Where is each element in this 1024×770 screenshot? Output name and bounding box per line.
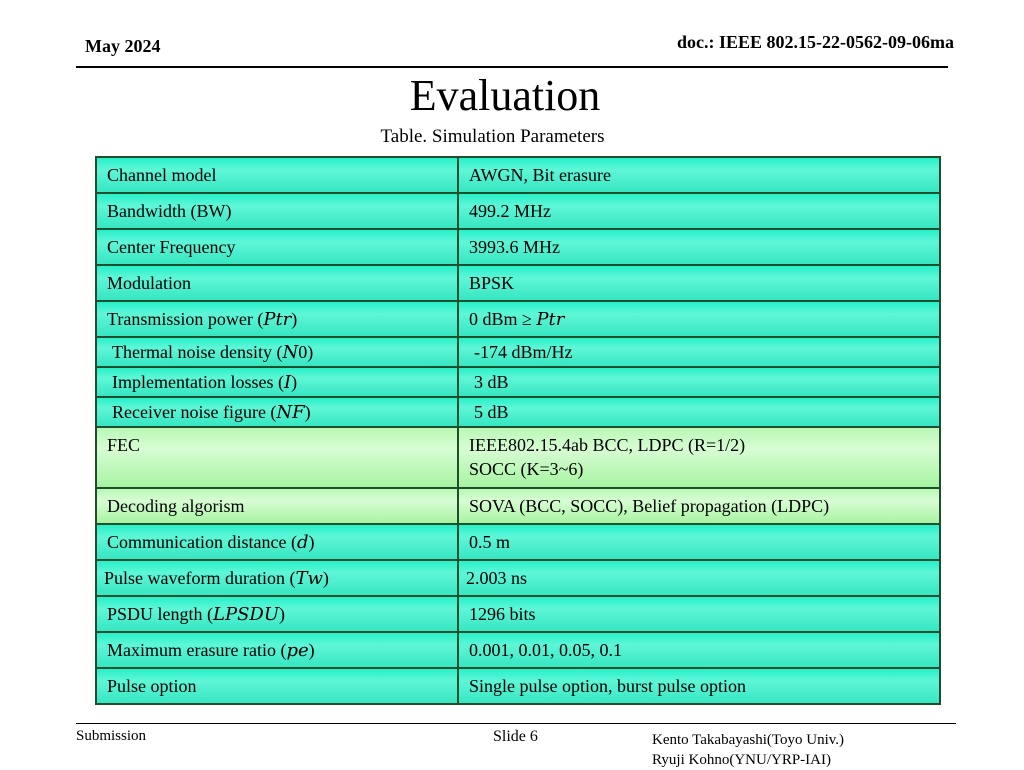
slide-number: Slide 6 — [493, 728, 538, 745]
value-cell: 2.003 ns — [466, 568, 528, 588]
param-cell: Transmission power (𝑃𝑡𝑟) — [97, 302, 459, 336]
param-cell: Channel model — [97, 158, 459, 192]
table-row: Center Frequency 3993.6 MHz — [97, 230, 939, 266]
param-cell: Maximum erasure ratio (𝑝𝑒) — [97, 633, 459, 667]
param-cell: Thermal noise density (𝑁0) — [97, 338, 459, 366]
table-row: Communication distance (𝑑) 0.5 m — [97, 525, 939, 561]
param-cell: Receiver noise figure (𝑁𝐹) — [97, 398, 459, 426]
param-cell: PSDU length (𝐿𝑃𝑆𝐷𝑈) — [97, 597, 459, 631]
value-cell: 0.5 m — [469, 532, 511, 552]
param-cell: Pulse option — [97, 669, 459, 703]
value-cell: 5 dB — [474, 402, 509, 422]
value-cell: -174 dBm/Hz — [474, 342, 573, 362]
value-cell: 1296 bits — [469, 604, 536, 624]
param-cell: Pulse waveform duration (𝑇𝑤) — [97, 561, 459, 595]
table-row: FEC IEEE802.15.4ab BCC, LDPC (R=1/2) SOC… — [97, 428, 939, 489]
table-row: Channel model AWGN, Bit erasure — [97, 158, 939, 194]
value-cell: 0 dBm ≥ 𝑃𝑡𝑟 — [469, 309, 565, 329]
param-cell: Decoding algorism — [97, 489, 459, 523]
param-cell: FEC — [97, 428, 459, 487]
table-row: Decoding algorism SOVA (BCC, SOCC), Beli… — [97, 489, 939, 525]
table-row: Receiver noise figure (𝑁𝐹) 5 dB — [97, 398, 939, 428]
value-line: IEEE802.15.4ab BCC, LDPC (R=1/2) — [469, 435, 746, 455]
table-row: Pulse option Single pulse option, burst … — [97, 669, 939, 703]
param-cell: Center Frequency — [97, 230, 459, 264]
table-row: Maximum erasure ratio (𝑝𝑒) 0.001, 0.01, … — [97, 633, 939, 669]
header-date: May 2024 — [85, 36, 161, 56]
header-divider — [76, 66, 948, 68]
footer-submission: Submission — [76, 728, 147, 744]
table-row: PSDU length (𝐿𝑃𝑆𝐷𝑈) 1296 bits — [97, 597, 939, 633]
value-line: SOCC (K=3~6) — [469, 459, 584, 479]
table-row: Bandwidth (BW) 499.2 MHz — [97, 194, 939, 230]
value-cell: AWGN, Bit erasure — [469, 165, 612, 185]
param-cell: Implementation losses (𝐼) — [97, 368, 459, 396]
value-cell: SOVA (BCC, SOCC), Belief propagation (LD… — [469, 496, 830, 516]
footer-authors: Kento Takabayashi(Toyo Univ.) Ryuji Kohn… — [652, 730, 844, 770]
table-row: Transmission power (𝑃𝑡𝑟) 0 dBm ≥ 𝑃𝑡𝑟 — [97, 302, 939, 338]
author-line: Ryuji Kohno(YNU/YRP-IAI) — [652, 752, 831, 768]
param-cell: Communication distance (𝑑) — [97, 525, 459, 559]
value-cell: 499.2 MHz — [469, 201, 551, 221]
value-cell: 0.001, 0.01, 0.05, 0.1 — [469, 640, 622, 660]
table-row: Pulse waveform duration (𝑇𝑤) 2.003 ns — [97, 561, 939, 597]
value-cell: 3993.6 MHz — [469, 237, 560, 257]
value-cell: Single pulse option, burst pulse option — [469, 676, 746, 696]
simulation-parameters-table: Channel model AWGN, Bit erasure Bandwidt… — [95, 156, 941, 705]
table-row: Thermal noise density (𝑁0) -174 dBm/Hz — [97, 338, 939, 368]
footer-divider — [76, 723, 956, 724]
slide-title: Evaluation — [409, 71, 601, 120]
table-row: Modulation BPSK — [97, 266, 939, 302]
author-line: Kento Takabayashi(Toyo Univ.) — [652, 732, 845, 748]
table-row: Implementation losses (𝐼) 3 dB — [97, 368, 939, 398]
table-caption: Table. Simulation Parameters — [380, 126, 605, 147]
value-cell: IEEE802.15.4ab BCC, LDPC (R=1/2) SOCC (K… — [459, 428, 939, 487]
document-id: doc.: IEEE 802.15-22-0562-09-06ma — [677, 32, 954, 52]
param-cell: Bandwidth (BW) — [97, 194, 459, 228]
value-cell: BPSK — [469, 273, 515, 293]
param-cell: Modulation — [97, 266, 459, 300]
value-cell: 3 dB — [474, 372, 509, 392]
